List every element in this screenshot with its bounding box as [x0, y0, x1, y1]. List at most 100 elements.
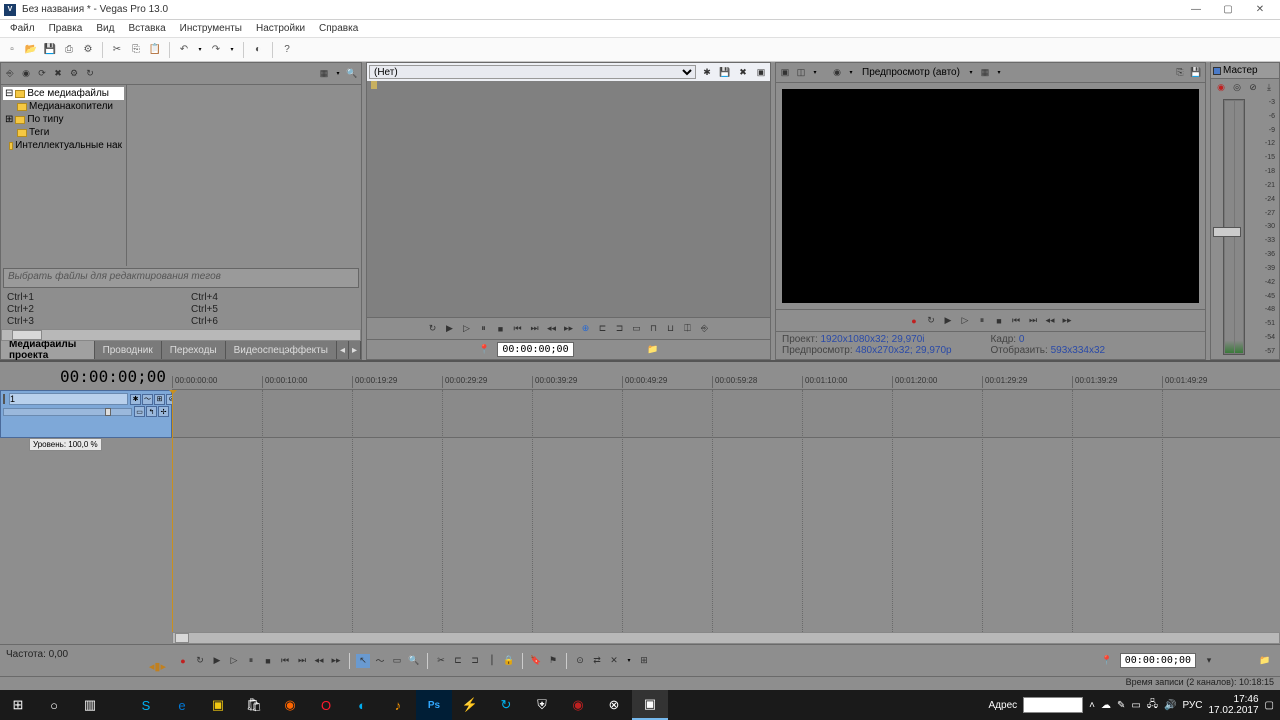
zoom-tool-icon[interactable]: 🔍	[407, 654, 421, 668]
go-start-icon[interactable]: ⏮	[1009, 314, 1023, 328]
view-dropdown[interactable]: ▾	[333, 69, 343, 79]
action-center-icon[interactable]: ▢	[1265, 700, 1274, 711]
timecode-format-icon[interactable]: ▾	[1202, 654, 1216, 668]
cut-icon[interactable]: ✂	[109, 42, 125, 58]
app-icon[interactable]: ◉	[560, 690, 596, 720]
search-icon[interactable]: 🔍	[345, 67, 359, 81]
preview-device-icon[interactable]: ◫	[794, 66, 808, 80]
tag-editor[interactable]: Выбрать файлы для редактирования тегов	[3, 268, 359, 288]
bypass-fx-icon[interactable]: ✱	[130, 394, 141, 405]
pause-icon[interactable]: ⏸	[975, 314, 989, 328]
tree-item-all-media[interactable]: ⊟Все медиафайлы	[3, 87, 124, 100]
new-project-icon[interactable]: ▫	[4, 42, 20, 58]
loop-icon[interactable]: ↻	[924, 314, 938, 328]
record-icon[interactable]: ●	[176, 654, 190, 668]
tray-language[interactable]: РУС	[1182, 700, 1202, 711]
mute-icon[interactable]: ◉	[1214, 80, 1228, 94]
crossfade-dropdown[interactable]: ▾	[624, 656, 634, 666]
fx-icon[interactable]: ✱	[700, 65, 714, 79]
quality-dropdown[interactable]: ▾	[966, 68, 976, 78]
footer-timecode[interactable]: 00:00:00;00	[1120, 653, 1196, 668]
timeline-playhead[interactable]	[172, 390, 173, 632]
trimmer-timecode[interactable]: 00:00:00;00	[497, 342, 573, 357]
close-button[interactable]: ✕	[1244, 1, 1276, 19]
timeline-cursor-timecode[interactable]: 00:00:00;00	[60, 367, 166, 386]
region-icon[interactable]: ⚑	[546, 654, 560, 668]
track-motion-icon[interactable]: ✢	[158, 406, 169, 417]
quantize-icon[interactable]: ⊞	[637, 654, 651, 668]
save-icon[interactable]: 💾	[42, 42, 58, 58]
horizontal-scrollbar[interactable]	[1, 329, 361, 341]
opera-icon[interactable]: O	[308, 690, 344, 720]
properties-icon[interactable]: ⚙	[80, 42, 96, 58]
paste-icon[interactable]: 📋	[147, 42, 163, 58]
play-icon[interactable]: ▶	[941, 314, 955, 328]
track-fx-icon[interactable]: ⊞	[154, 394, 165, 405]
cortana-icon[interactable]: ○	[36, 690, 72, 720]
import-media-icon[interactable]: ⎆	[3, 67, 17, 81]
marker-position-icon[interactable]: 📍	[1100, 654, 1114, 668]
tab-project-media[interactable]: Медиафайлы проекта	[1, 341, 95, 359]
capture-icon[interactable]: ◉	[19, 67, 33, 81]
fx-dropdown[interactable]: ▾	[846, 68, 856, 78]
add-to-timeline-icon[interactable]: ⊕	[579, 322, 593, 336]
tool-icon[interactable]: ⎅	[681, 322, 695, 336]
next-frame-icon[interactable]: ▸▸	[1060, 314, 1074, 328]
play-icon[interactable]: ▶	[210, 654, 224, 668]
prev-frame-icon[interactable]: ◂◂	[1043, 314, 1057, 328]
play-icon[interactable]: ▶	[443, 322, 457, 336]
overlays-dropdown[interactable]: ▾	[994, 68, 1004, 78]
prev-frame-icon[interactable]: ◂◂	[545, 322, 559, 336]
tray-network-icon[interactable]: 🖧	[1147, 697, 1158, 714]
prev-frame-icon[interactable]: ◂◂	[312, 654, 326, 668]
pause-icon[interactable]: ⏸	[477, 322, 491, 336]
tree-item-by-type[interactable]: ⊞По типу	[3, 113, 124, 126]
edge-icon[interactable]: e	[164, 690, 200, 720]
dim-icon[interactable]: ⊘	[1246, 80, 1260, 94]
tray-cloud-icon[interactable]: ☁	[1101, 700, 1111, 711]
split-icon[interactable]: ⎮	[485, 654, 499, 668]
track-level-slider[interactable]	[3, 408, 132, 416]
record-icon[interactable]: ●	[907, 314, 921, 328]
tool-icon[interactable]: ⊔	[664, 322, 678, 336]
go-start-icon[interactable]: ⏮	[278, 654, 292, 668]
tab-scroll-right[interactable]: ▸	[349, 341, 361, 359]
normal-edit-tool-icon[interactable]: ↖	[356, 654, 370, 668]
undo-dropdown[interactable]: ▾	[195, 45, 205, 55]
maximize-button[interactable]: ▢	[1212, 1, 1244, 19]
play-from-start-icon[interactable]: ▷	[227, 654, 241, 668]
stop-icon[interactable]: ■	[261, 654, 275, 668]
flash-icon[interactable]: ⚡	[452, 690, 488, 720]
overlays-icon[interactable]: ▦	[978, 66, 992, 80]
start-button[interactable]: ⊞	[0, 690, 36, 720]
tab-scroll-left[interactable]: ◂	[337, 341, 349, 359]
auto-crossfade-icon[interactable]: ✕	[607, 654, 621, 668]
external-icon[interactable]: ▣	[754, 65, 768, 79]
timeline-ruler[interactable]: 00:00:00:00 00:00:10:00 00:00:19:29 00:0…	[172, 362, 1280, 390]
timeline-scrollbar[interactable]	[172, 632, 1280, 644]
stop-icon[interactable]: ■	[992, 314, 1006, 328]
remove-icon[interactable]: ✖	[51, 67, 65, 81]
undo-icon[interactable]: ↶	[176, 42, 192, 58]
go-end-icon[interactable]: ⏭	[528, 322, 542, 336]
trimmer-media-select[interactable]: (Нет)	[369, 65, 696, 79]
stop-icon[interactable]: ■	[494, 322, 508, 336]
tray-chevron-icon[interactable]: ˄	[1089, 700, 1095, 711]
external-monitor-icon[interactable]: ▣	[778, 66, 792, 80]
track-lanes[interactable]	[172, 390, 1280, 632]
copy-frame-icon[interactable]: ⎘	[1173, 66, 1187, 80]
tree-item-devices[interactable]: Медианакопители	[3, 100, 124, 113]
view-icon[interactable]: ▦	[317, 67, 331, 81]
pause-icon[interactable]: ⏸	[244, 654, 258, 668]
track-minimize-icon[interactable]	[3, 394, 5, 404]
loop-icon[interactable]: ↻	[426, 322, 440, 336]
track-header-video-1[interactable]: ✱ ～ ⊞ ⊘ ! ▭ ↰ ✢	[0, 390, 172, 438]
tab-explorer[interactable]: Проводник	[95, 341, 162, 359]
skype-icon[interactable]: S	[128, 690, 164, 720]
next-frame-icon[interactable]: ▸▸	[562, 322, 576, 336]
go-start-icon[interactable]: ⏮	[511, 322, 525, 336]
file-explorer-icon[interactable]: ▣	[200, 690, 236, 720]
scrub-control-icon[interactable]: ◂▮▸	[6, 660, 166, 673]
tree-item-smart[interactable]: Интеллектуальные нак	[3, 139, 124, 152]
tray-battery-icon[interactable]: ▭	[1131, 700, 1140, 711]
